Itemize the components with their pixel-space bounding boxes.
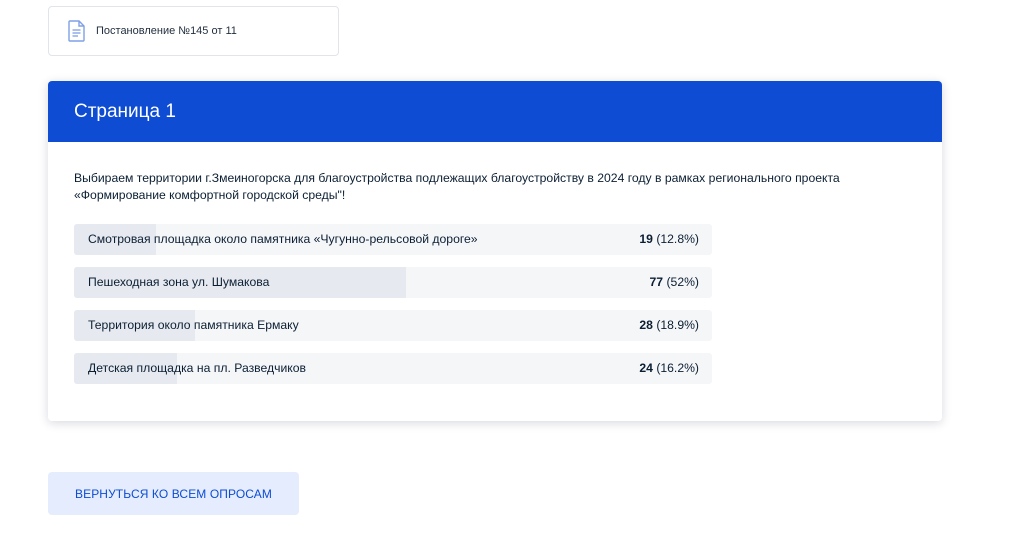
answer-count: 77 [649,275,664,289]
document-title: Постановление №145 от 11 [96,25,237,37]
card-header: Страница 1 [48,81,942,142]
card-body: Выбираем территории г.Змеиногорска для б… [48,142,942,384]
answer-result: Смотровая площадка около памятника «Чугу… [74,224,712,255]
answer-count: 28 [639,318,653,332]
document-link[interactable]: Постановление №145 от 11 [48,6,339,56]
answer-percent: (52%) [666,275,699,289]
answer-stat: 19 (12.8%) [639,224,699,255]
answer-stat: 77 (52%) [650,267,699,298]
document-icon [68,20,85,42]
answer-result: Территория около памятника Ермаку 28 (18… [74,310,712,341]
answer-stat: 28 (18.9%) [639,310,699,341]
answer-text: Территория около памятника Ермаку [88,318,299,332]
answer-percent: (16.2%) [656,361,699,375]
poll-question: Выбираем территории г.Змеиногорска для б… [74,171,840,202]
answer-text: Пешеходная зона ул. Шумакова [88,275,270,289]
answer-result: Детская площадка на пл. Разведчиков 24 (… [74,353,712,384]
answer-count: 19 [639,232,653,246]
answer-percent: (12.8%) [656,232,699,246]
answer-text: Детская площадка на пл. Разведчиков [88,361,307,375]
answer-percent: (18.9%) [656,318,699,332]
answer-result: Пешеходная зона ул. Шумакова 77 (52%) [74,267,712,298]
poll-results-card: Страница 1 Выбираем территории г.Змеиног… [48,81,942,421]
answer-count: 24 [639,361,653,375]
back-to-polls-button[interactable]: ВЕРНУТЬСЯ КО ВСЕМ ОПРОСАМ [48,472,299,515]
answer-stat: 24 (16.2%) [639,353,699,384]
answer-text: Смотровая площадка около памятника «Чугу… [88,232,478,246]
page-title: Страница 1 [74,100,176,122]
answer-list: Смотровая площадка около памятника «Чугу… [74,224,712,384]
